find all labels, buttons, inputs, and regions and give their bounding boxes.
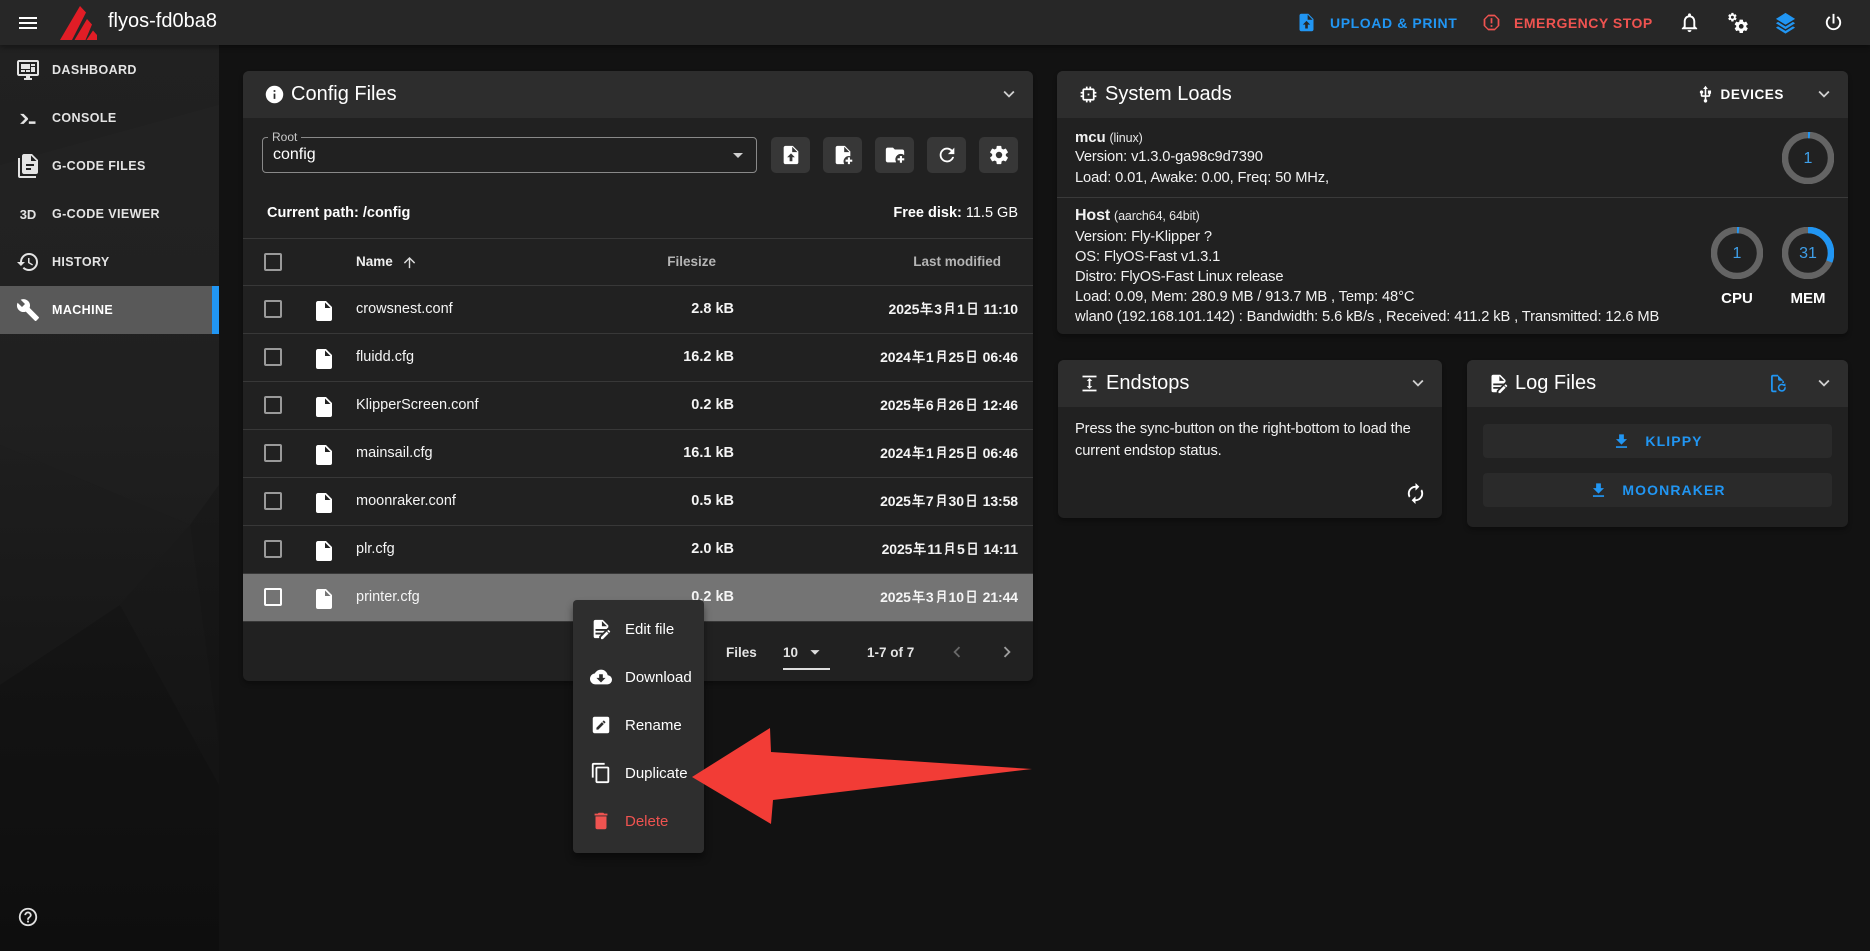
svg-text:1: 1 [1733,245,1742,262]
svg-text:31: 31 [1799,245,1817,262]
svg-text:1: 1 [1804,150,1813,167]
